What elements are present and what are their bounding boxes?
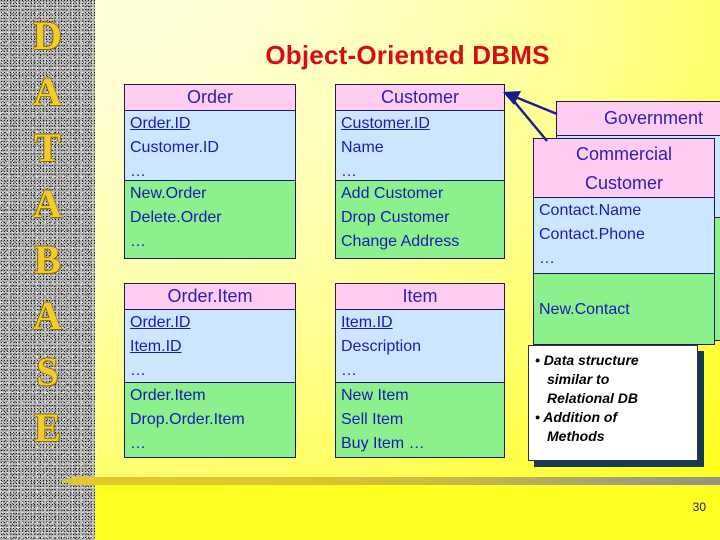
class-attributes-order: Order.ID Customer.ID …	[125, 111, 295, 181]
attribute-row: Contact.Name	[539, 202, 642, 219]
class-name-commercial-line2: Customer	[584, 173, 664, 193]
sidebar-letter-2: A	[33, 69, 62, 114]
sidebar-letter-6: A	[33, 293, 62, 338]
class-operations-item: New Item Sell Item Buy Item …	[336, 383, 504, 457]
sidebar-database-word: D A T A B A S E	[0, 0, 95, 540]
operation-row: Delete.Order	[130, 209, 222, 226]
attribute-row-key: Customer.ID	[341, 115, 430, 132]
attribute-row-key: Item.ID	[130, 338, 182, 355]
class-operations-customer: Add Customer Drop Customer Change Addres…	[336, 181, 504, 258]
operation-row: Order.Item	[130, 387, 206, 404]
attribute-row: Description	[341, 338, 422, 355]
attribute-row: Contact.Phone	[539, 226, 645, 243]
page-number: 30	[692, 500, 706, 514]
note-line: similar to	[547, 371, 610, 387]
class-box-order[interactable]: Order Order.ID Customer.ID … New.Order D…	[124, 84, 296, 259]
operation-row: Sell Item	[341, 411, 404, 428]
footer-rule	[60, 474, 720, 488]
class-attributes-item: Item.ID Description …	[336, 310, 504, 383]
class-box-customer[interactable]: Customer Customer.ID Name … Add Customer…	[335, 84, 505, 259]
operation-row: Add Customer	[341, 185, 444, 202]
notes-callout: • Data structure similar to Relational D…	[528, 345, 698, 461]
class-name-item: Item	[336, 284, 504, 310]
sidebar-letter-5: B	[34, 237, 61, 282]
operation-row: Buy Item …	[341, 435, 425, 452]
class-operations-order-item: Order.Item Drop.Order.Item …	[125, 383, 295, 457]
note-line: • Data structure	[535, 352, 639, 368]
sidebar-letter-3: T	[34, 125, 61, 170]
slide-title: Object-Oriented DBMS	[265, 40, 550, 70]
note-line: Relational DB	[547, 390, 639, 406]
slide-canvas: D A T A B A S E Object-Oriented DBMS Gov…	[0, 0, 720, 540]
attribute-row: …	[130, 362, 146, 379]
slide-footer-band	[0, 480, 720, 540]
class-name-commercial-line1: Commercial	[575, 144, 672, 164]
class-name-commercial-customer: Commercial Customer	[534, 139, 714, 198]
class-attributes-order-item: Order.ID Item.ID …	[125, 310, 295, 383]
attribute-row-key: Order.ID	[130, 115, 191, 132]
class-attributes-commercial-customer: Contact.Name Contact.Phone …	[534, 198, 714, 274]
sidebar-letter-1: D	[33, 13, 62, 58]
attribute-row: Name	[341, 139, 384, 156]
class-operations-commercial-customer: New.Contact	[534, 274, 714, 344]
operation-row: New.Order	[130, 185, 207, 202]
note-line: • Addition of	[535, 409, 618, 425]
class-box-commercial-customer[interactable]: Commercial Customer Contact.Name Contact…	[533, 138, 715, 345]
attribute-row-key: Order.ID	[130, 314, 191, 331]
class-box-order-item[interactable]: Order.Item Order.ID Item.ID … Order.Item…	[124, 283, 296, 458]
attribute-row: …	[341, 362, 357, 379]
operation-row: Drop Customer	[341, 209, 450, 226]
class-name-order-item: Order.Item	[125, 284, 295, 310]
note-line: Methods	[547, 428, 605, 444]
class-attributes-customer: Customer.ID Name …	[336, 111, 504, 181]
operation-row: New.Contact	[539, 301, 630, 318]
sidebar-letter-8: E	[34, 405, 61, 450]
class-name-customer: Customer	[336, 85, 504, 111]
class-name-government: Government	[557, 102, 720, 136]
operation-row: New Item	[341, 387, 409, 404]
class-operations-order: New.Order Delete.Order …	[125, 181, 295, 258]
sidebar-letter-4: A	[33, 181, 62, 226]
class-name-order: Order	[125, 85, 295, 111]
attribute-row: …	[539, 250, 555, 267]
class-box-item[interactable]: Item Item.ID Description … New Item Sell…	[335, 283, 505, 458]
operation-row: …	[130, 435, 146, 452]
operation-row: Drop.Order.Item	[130, 411, 245, 428]
operation-row: …	[130, 233, 146, 250]
operation-row: Change Address	[341, 233, 460, 250]
footer-rule-tip	[60, 477, 74, 485]
attribute-row-key: Item.ID	[341, 314, 393, 331]
sidebar-letter-7: S	[36, 349, 59, 394]
footer-rule-bar	[73, 477, 720, 485]
attribute-row: Customer.ID	[130, 139, 219, 156]
